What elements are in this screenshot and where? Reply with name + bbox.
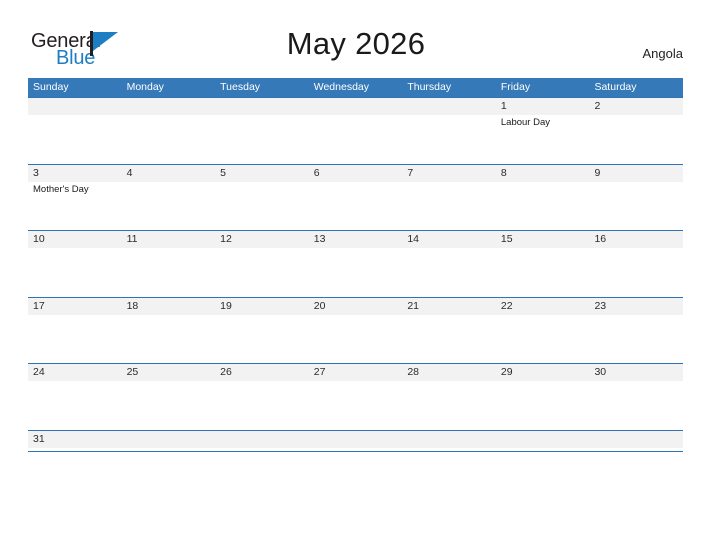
calendar-weeks: 1 Labour Day 2 3 Mother's Day 4 5 6 7 8 9 10 11 12 13 1… [28, 97, 683, 452]
day-number: 16 [594, 233, 607, 245]
calendar-day-cell[interactable]: 19 [215, 298, 309, 364]
calendar-day-cell[interactable]: 4 [122, 165, 216, 231]
calendar-day-cell-empty [122, 98, 216, 164]
day-number: 2 [594, 100, 601, 112]
calendar-table: Sunday Monday Tuesday Wednesday Thursday… [28, 78, 683, 452]
event-list: Mother's Day [33, 182, 118, 196]
calendar-day-cell[interactable]: 13 [309, 231, 403, 297]
calendar-day-cell-empty [122, 431, 216, 451]
calendar-day-cell-empty [215, 431, 309, 451]
day-number: 25 [126, 366, 139, 378]
weekday-header-thursday: Thursday [407, 81, 452, 93]
calendar-day-cell[interactable]: 15 [496, 231, 590, 297]
holiday-event: Labour Day [500, 117, 551, 128]
calendar-day-cell[interactable]: 6 [309, 165, 403, 231]
calendar-day-cell[interactable]: 24 [28, 364, 122, 430]
day-number: 10 [33, 233, 45, 245]
calendar-day-cell[interactable]: 10 [28, 231, 122, 297]
calendar-day-cell[interactable]: 30 [589, 364, 683, 430]
weekday-header-sunday: Sunday [33, 81, 69, 93]
day-number: 27 [313, 366, 326, 378]
day-number: 7 [407, 166, 414, 179]
calendar-day-cell-empty [496, 431, 590, 451]
weekday-header-saturday: Saturday [594, 81, 637, 93]
weekday-header-monday: Monday [126, 81, 164, 93]
day-number: 31 [33, 432, 45, 445]
calendar-day-cell[interactable]: 28 [402, 364, 496, 430]
calendar-day-cell[interactable]: 21 [402, 298, 496, 364]
calendar-week-row: 31 [28, 429, 683, 452]
calendar-day-cell[interactable]: 16 [589, 231, 683, 297]
calendar-day-cell-empty [402, 98, 496, 164]
calendar-day-cell-empty [28, 98, 122, 164]
calendar-day-cell[interactable]: 1 Labour Day [496, 98, 590, 164]
calendar-day-cell-empty [402, 431, 496, 451]
calendar-day-cell[interactable]: 25 [122, 364, 216, 430]
day-number: 21 [407, 299, 419, 312]
calendar-day-cell[interactable]: 31 [28, 431, 122, 451]
weekday-header-wednesday: Wednesday [313, 81, 369, 93]
day-number: 14 [407, 233, 419, 245]
day-number: 19 [220, 299, 232, 312]
calendar-day-cell[interactable]: 26 [215, 364, 309, 430]
calendar-week-row: 17 18 19 20 21 22 23 [28, 296, 683, 364]
calendar-day-cell[interactable]: 3 Mother's Day [28, 165, 122, 231]
calendar-day-cell-empty [215, 98, 309, 164]
calendar-day-cell[interactable]: 20 [309, 298, 403, 364]
day-number: 15 [500, 233, 513, 245]
calendar-day-cell[interactable]: 22 [496, 298, 590, 364]
calendar-day-cell-empty [309, 98, 403, 164]
calendar-week-row: 1 Labour Day 2 [28, 97, 683, 164]
calendar-day-cell[interactable]: 27 [309, 364, 403, 430]
calendar-day-cell[interactable]: 18 [122, 298, 216, 364]
day-number: 24 [33, 366, 45, 378]
region-label: Angola [642, 46, 683, 61]
day-number: 26 [220, 366, 232, 378]
day-number: 28 [407, 366, 419, 378]
day-number: 4 [126, 166, 133, 179]
weekday-header-row: Sunday Monday Tuesday Wednesday Thursday… [28, 78, 683, 97]
day-number: 3 [33, 166, 39, 179]
calendar-day-cell[interactable]: 29 [496, 364, 590, 430]
day-number: 17 [33, 299, 45, 312]
day-number: 29 [500, 366, 513, 378]
page-header: General Blue May 2026 Angola [0, 0, 712, 76]
calendar-day-cell[interactable]: 5 [215, 165, 309, 231]
day-number: 20 [313, 299, 326, 312]
calendar-day-cell-empty [309, 431, 403, 451]
weekday-header-friday: Friday [500, 81, 531, 93]
calendar-week-row: 24 25 26 27 28 29 30 [28, 363, 683, 430]
calendar-page: General Blue May 2026 Angola Sunday Mond… [0, 0, 712, 550]
day-number: 8 [500, 166, 507, 179]
calendar-day-cell[interactable]: 9 [589, 165, 683, 231]
calendar-day-cell[interactable]: 8 [496, 165, 590, 231]
event-list: Labour Day [501, 115, 586, 129]
calendar-day-cell[interactable]: 7 [402, 165, 496, 231]
holiday-event: Mother's Day [33, 183, 89, 195]
day-number: 18 [126, 299, 139, 312]
calendar-day-cell[interactable]: 11 [122, 231, 216, 297]
day-number: 1 [500, 100, 507, 112]
calendar-day-cell[interactable]: 17 [28, 298, 122, 364]
calendar-week-row: 10 11 12 13 14 15 16 [28, 230, 683, 297]
calendar-day-cell-empty [589, 431, 683, 451]
day-number: 5 [220, 166, 226, 179]
day-number: 6 [313, 166, 320, 179]
calendar-day-cell[interactable]: 14 [402, 231, 496, 297]
calendar-day-cell[interactable]: 23 [589, 298, 683, 364]
day-number: 12 [220, 233, 232, 245]
day-number: 30 [594, 366, 607, 378]
day-number: 9 [594, 166, 601, 179]
day-number: 13 [313, 233, 326, 245]
day-number: 11 [126, 233, 138, 245]
calendar-week-row: 3 Mother's Day 4 5 6 7 8 9 [28, 163, 683, 231]
day-number: 22 [500, 299, 513, 312]
page-title: May 2026 [286, 26, 426, 61]
calendar-day-cell[interactable]: 12 [215, 231, 309, 297]
day-number: 23 [594, 299, 607, 312]
calendar-day-cell[interactable]: 2 [589, 98, 683, 164]
weekday-header-tuesday: Tuesday [220, 81, 261, 93]
